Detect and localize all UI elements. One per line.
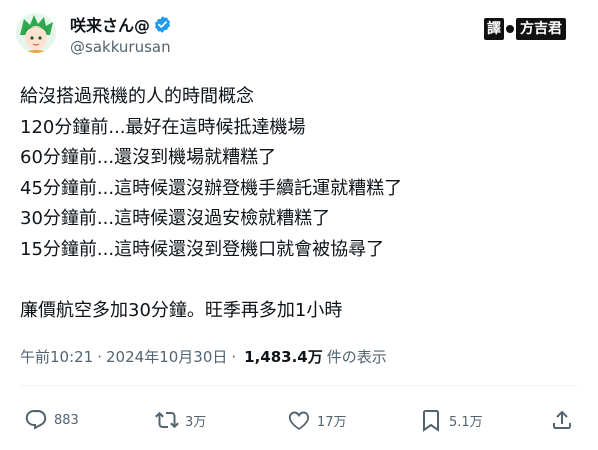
bookmark-count: 5.1万 [449,414,483,430]
divider [20,385,578,386]
tweet-time[interactable]: 午前10:21 [20,346,93,367]
reply-icon [25,410,47,430]
bookmark-button[interactable]: 5.1万 [419,408,483,432]
reply-button[interactable]: 883 [24,408,79,432]
translator-watermark: 譯 方吉君 [484,17,576,41]
meta-separator: · [231,347,237,366]
bookmark-icon [423,410,439,432]
verified-badge-icon [153,15,172,34]
views-label: 件の表示 [326,348,387,366]
tweet-line: 30分鐘前...這時候還沒過安檢就糟糕了 [20,208,331,230]
avatar[interactable] [16,13,56,53]
tweet-date[interactable]: 2024年10月30日 [106,346,227,367]
tweet-line: 45分鐘前...這時候還沒辦登機手續託運就糟糕了 [20,177,403,199]
view-count[interactable]: 1,483.4万 [244,346,323,367]
action-bar: 883 3万 17万 5.1万 [24,408,578,436]
retweet-icon [155,411,179,429]
user-handle[interactable]: @sakkurusan [70,38,172,56]
tweet-line: 廉價航空多加30分鐘。旺季再多加1小時 [20,300,343,322]
watermark-name: 方吉君 [516,18,566,40]
tweet-line: 120分鐘前...最好在這時候抵達機場 [20,116,306,138]
tweet-line: 給沒搭過飛機的人的時間概念 [20,86,254,107]
heart-icon [288,411,310,430]
watermark-translate-mark: 譯 [484,18,504,40]
tweet-line: 15分鐘前...這時候還沒到登機口就會被協尋了 [20,238,385,260]
like-count: 17万 [317,414,347,430]
watermark-dot [506,25,514,33]
reply-count: 883 [54,412,79,428]
tweet-meta: 午前10:21 · 2024年10月30日 · 1,483.4万 件の表示 [20,346,387,367]
display-name[interactable]: 咲来さん@ [70,12,150,36]
like-button[interactable]: 17万 [287,408,347,432]
retweet-button[interactable]: 3万 [155,408,206,432]
retweet-count: 3万 [185,414,207,430]
share-button[interactable] [550,408,574,432]
tweet-text: 給沒搭過飛機的人的時間概念 120分鐘前...最好在這時候抵達機場 60分鐘前.… [20,82,580,327]
meta-separator: · [97,347,103,366]
tweet-line: 60分鐘前...還沒到機場就糟糕了 [20,147,277,169]
share-icon [553,410,571,429]
